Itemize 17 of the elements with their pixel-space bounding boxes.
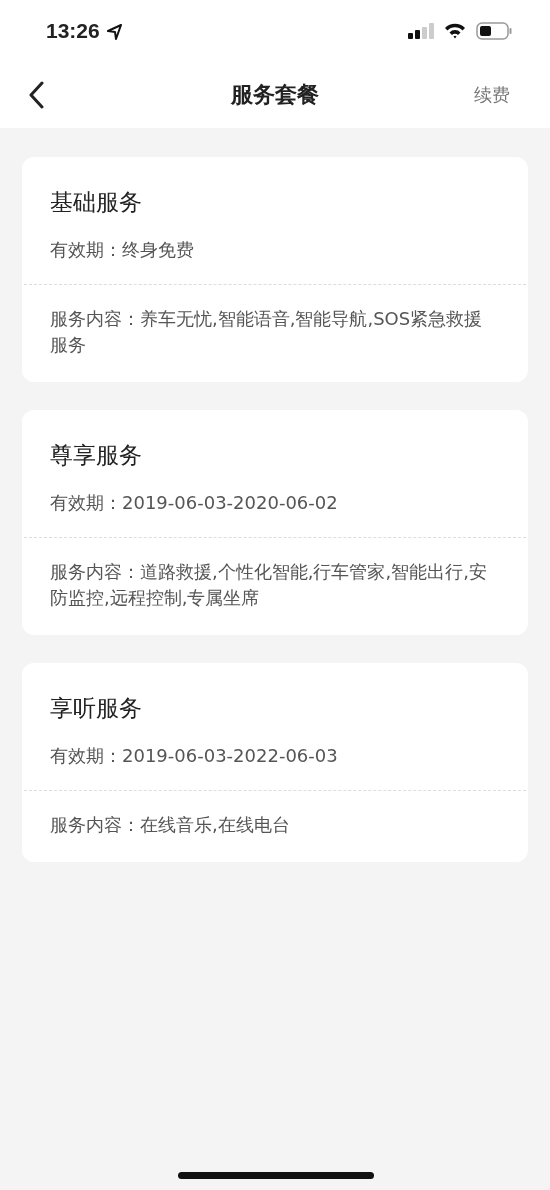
validity-text: 有效期：终身免费 bbox=[50, 238, 195, 262]
service-content-text: 服务内容：在线音乐,在线电台 bbox=[50, 814, 290, 835]
service-content-text: 服务内容：道路救援,个性化智能,行车管家,智能出行,安防监控,远程控制,专属坐席 bbox=[50, 561, 487, 608]
validity-text: 有效期：2019-06-03-2020-06-02 bbox=[50, 491, 339, 515]
signal-icon bbox=[408, 23, 434, 39]
status-time: 13:26 bbox=[46, 19, 100, 43]
package-name: 尊享服务 bbox=[50, 441, 143, 470]
service-content-text: 服务内容：养车无忧,智能语音,智能导航,SOS紧急救援服务 bbox=[50, 308, 483, 355]
page-title: 服务套餐 bbox=[231, 82, 319, 107]
back-button[interactable] bbox=[28, 81, 44, 109]
validity-text: 有效期：2019-06-03-2022-06-03 bbox=[50, 744, 339, 768]
package-name: 基础服务 bbox=[50, 188, 143, 217]
wifi-icon bbox=[444, 23, 466, 39]
package-name: 享听服务 bbox=[50, 694, 143, 723]
battery-icon bbox=[476, 22, 512, 40]
location-arrow-icon bbox=[105, 22, 123, 40]
renew-button[interactable]: 续费 bbox=[474, 83, 510, 107]
